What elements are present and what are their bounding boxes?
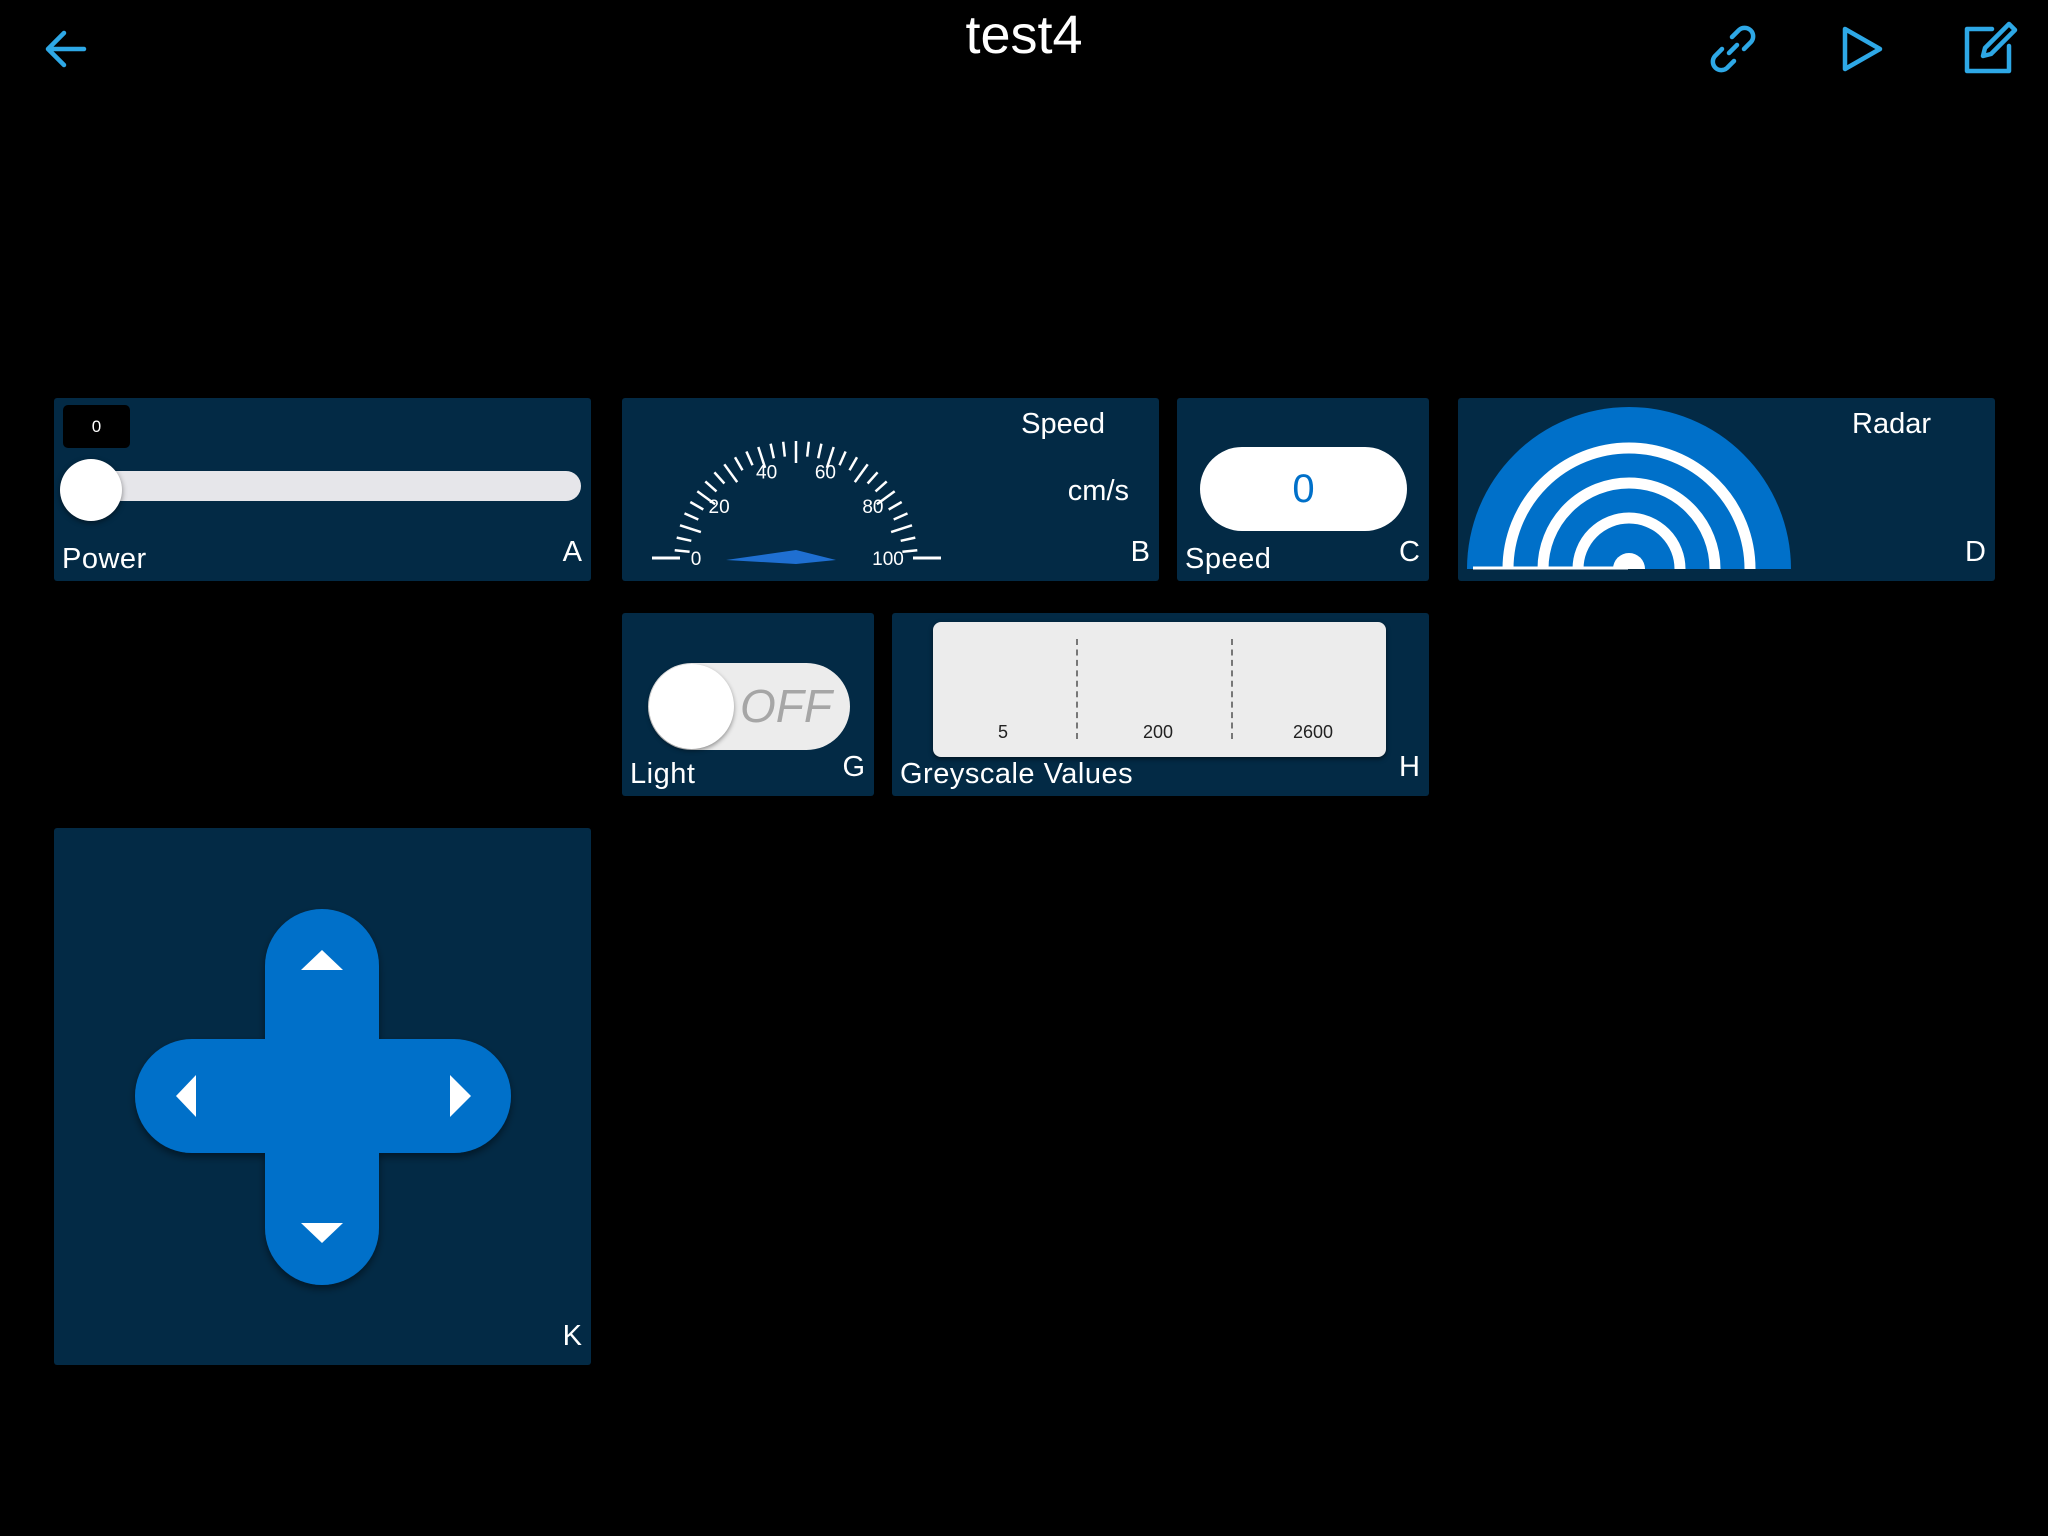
greyscale-tick: 5 bbox=[997, 722, 1008, 742]
dpad-left-button[interactable] bbox=[135, 1039, 265, 1153]
gauge-tick bbox=[853, 463, 869, 483]
gauge-dial: 0 20 40 60 80 100 bbox=[652, 441, 941, 570]
greyscale-id-letter: H bbox=[1399, 751, 1420, 783]
play-button[interactable] bbox=[1839, 24, 1885, 74]
gauge-tick bbox=[902, 548, 918, 554]
speed-gauge-widget: 0 20 40 60 80 100 Speed cm/s B bbox=[622, 398, 1159, 581]
gauge-tick bbox=[816, 443, 823, 459]
slider-value: 0 bbox=[63, 405, 130, 448]
gauge-tick-label: 40 bbox=[756, 463, 777, 484]
gauge-tick bbox=[683, 512, 699, 521]
play-icon bbox=[1842, 26, 1883, 72]
gauge-tick bbox=[893, 512, 909, 521]
edit-icon bbox=[1964, 21, 2018, 74]
gauge-tick-label: 0 bbox=[691, 549, 702, 570]
toggle-state: OFF bbox=[740, 680, 832, 732]
power-slider-widget: 0 Power A bbox=[54, 398, 591, 581]
dpad-id-letter: K bbox=[562, 1320, 582, 1352]
slider-id-letter: A bbox=[562, 536, 582, 568]
gauge-tick bbox=[769, 443, 776, 459]
gauge-id-letter: B bbox=[1130, 536, 1150, 568]
gauge-tick bbox=[838, 450, 847, 466]
gauge-tick-label: 100 bbox=[872, 549, 904, 570]
gauge-tick-label: 20 bbox=[709, 497, 730, 518]
gauge-tick bbox=[848, 456, 859, 471]
dpad-right-button[interactable] bbox=[379, 1039, 511, 1153]
gauge-tick bbox=[689, 500, 704, 511]
switch-label: Light bbox=[630, 758, 696, 790]
gauge-tick bbox=[900, 536, 916, 543]
gauge-unit: cm/s bbox=[1067, 475, 1129, 507]
gauge-tick-label: 80 bbox=[862, 497, 883, 518]
greyscale-widget: 5 200 2600 Greyscale Values H bbox=[892, 613, 1429, 796]
gauge-tick bbox=[676, 536, 692, 543]
radar-title: Radar bbox=[1852, 408, 1931, 440]
greyscale-tick: 200 bbox=[1142, 722, 1174, 742]
light-toggle[interactable]: OFF bbox=[648, 663, 850, 750]
dpad-down-button[interactable] bbox=[265, 1153, 379, 1285]
gauge-tick bbox=[888, 500, 903, 511]
greyscale-tick: 2600 bbox=[1292, 722, 1334, 742]
radar-id-letter: D bbox=[1965, 536, 1986, 568]
dpad-widget: K bbox=[54, 828, 591, 1365]
gauge-tick bbox=[890, 524, 913, 534]
top-bar: test4 bbox=[0, 0, 2048, 110]
dpad-up-button[interactable] bbox=[265, 909, 379, 1039]
gauge-tick bbox=[874, 480, 888, 493]
greyscale-divider bbox=[1076, 639, 1078, 739]
slider-label: Power bbox=[62, 543, 147, 575]
greyscale-label: Greyscale Values bbox=[900, 758, 1134, 790]
gauge-tick bbox=[733, 456, 744, 471]
gauge-tick bbox=[704, 480, 718, 493]
gauge-tick bbox=[745, 450, 754, 466]
edit-button[interactable] bbox=[1962, 20, 2018, 76]
slider-thumb[interactable] bbox=[60, 459, 122, 521]
link-icon bbox=[1710, 25, 1756, 73]
light-switch-widget: OFF Light G bbox=[622, 613, 874, 796]
radar-display bbox=[1467, 407, 1791, 570]
toggle-knob bbox=[649, 664, 734, 749]
radar-widget: Radar D bbox=[1458, 398, 1995, 581]
value-id-letter: C bbox=[1399, 536, 1420, 568]
gauge-tick bbox=[679, 524, 702, 534]
gauge-title: Speed bbox=[1021, 408, 1105, 440]
gauge-tick bbox=[723, 463, 739, 483]
gauge-tick bbox=[781, 441, 787, 457]
slider-track[interactable] bbox=[88, 471, 581, 501]
gauge-tick bbox=[674, 548, 690, 554]
speed-value-display: 0 bbox=[1200, 447, 1407, 531]
greyscale-display: 5 200 2600 bbox=[933, 622, 1386, 757]
link-button[interactable] bbox=[1708, 24, 1758, 74]
gauge-tick bbox=[713, 471, 726, 485]
speed-value-widget: 0 Speed C bbox=[1177, 398, 1429, 581]
gauge-tick bbox=[866, 471, 879, 485]
dpad bbox=[135, 909, 511, 1285]
gauge-tick-label: 60 bbox=[815, 463, 836, 484]
gauge-tick bbox=[805, 441, 811, 457]
greyscale-divider bbox=[1231, 639, 1233, 739]
switch-id-letter: G bbox=[842, 751, 865, 783]
gauge-needle bbox=[726, 550, 836, 564]
value-label: Speed bbox=[1185, 543, 1272, 575]
